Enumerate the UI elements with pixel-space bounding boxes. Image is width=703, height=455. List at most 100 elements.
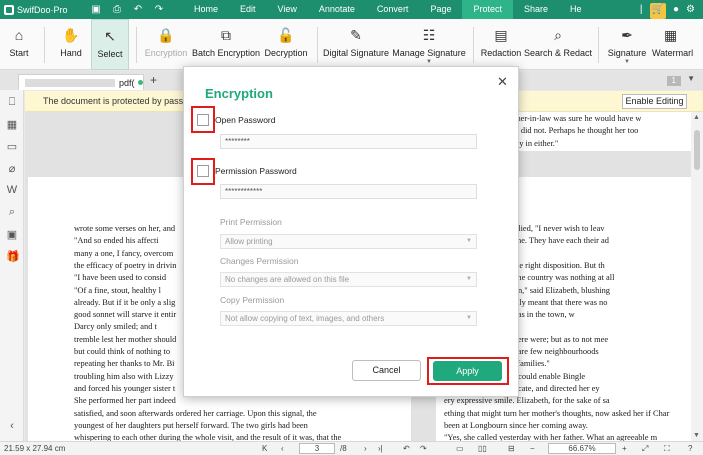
select-button[interactable]: ↖ Select — [91, 19, 129, 70]
single-page-icon[interactable]: ▭ — [456, 444, 464, 453]
print-permission-select[interactable]: Allow printing ▼ — [220, 234, 477, 249]
open-password-field[interactable]: ******** — [220, 134, 477, 149]
document-tab-label: pdf( — [119, 77, 135, 88]
open-password-checkbox[interactable] — [197, 114, 209, 126]
menu-convert[interactable]: Convert — [366, 0, 420, 19]
print-permission-label: Print Permission — [220, 217, 282, 227]
toolbar-divider — [473, 27, 474, 63]
permission-password-label: Permission Password — [215, 166, 297, 176]
batch-encryption-label: Batch Encryption — [191, 48, 261, 58]
chevron-down-icon[interactable]: ▼ — [426, 59, 432, 65]
new-tab-icon[interactable]: + — [150, 73, 157, 87]
collapse-left-icon[interactable]: ‹ — [6, 420, 18, 432]
manage-signature-icon: ☷ — [422, 27, 436, 43]
chevron-down-icon[interactable]: ▼ — [687, 74, 695, 83]
image-icon[interactable]: ▣ — [6, 228, 18, 241]
menu-view[interactable]: View — [267, 0, 308, 19]
bookmark-icon[interactable]: ⎕ — [6, 96, 18, 109]
current-page-input[interactable]: 3 — [299, 443, 335, 454]
settings-icon[interactable]: ⚙ — [686, 0, 695, 19]
menu-annotate[interactable]: Annotate — [308, 0, 366, 19]
two-page-icon[interactable]: ▯▯ — [478, 444, 487, 453]
text-line: already. But if it be only a slig — [74, 297, 176, 307]
watermark-label: Watermarl — [652, 48, 694, 58]
menu-home[interactable]: Home — [183, 0, 229, 19]
cart-icon[interactable]: 🛒 — [649, 3, 666, 19]
toolbar-divider — [136, 27, 137, 63]
menu-page[interactable]: Page — [419, 0, 462, 19]
left-sidebar: ⎕ ▦ ▭ ⌀ W ⌕ ▣ 🎁 ‹ — [0, 90, 24, 441]
thumbnails-icon[interactable]: ▦ — [6, 118, 18, 131]
rotate-left-icon[interactable]: ↶ — [403, 444, 410, 453]
close-icon[interactable]: ✕ — [497, 74, 508, 90]
vertical-scrollbar[interactable]: ▲ ▼ — [691, 112, 703, 441]
help-icon[interactable]: ? — [688, 444, 692, 453]
top-right-icons: | 🛒 ● ⚙ — [640, 0, 695, 19]
tab-count-badge: 1 — [666, 76, 681, 86]
scroll-up-icon[interactable]: ▲ — [693, 114, 700, 121]
hand-button[interactable]: ✋ Hand — [54, 19, 88, 70]
document-tab[interactable]: pdf( — [18, 74, 144, 90]
fullscreen-icon[interactable]: ⛶ — [664, 444, 670, 454]
encryption-button[interactable]: 🔒 Encryption — [144, 19, 188, 70]
scroll-down-icon[interactable]: ▼ — [693, 432, 700, 439]
fit-page-icon[interactable]: ⤢ — [642, 444, 648, 454]
copy-permission-select[interactable]: Not allow copying of text, images, and o… — [220, 311, 477, 326]
encryption-dialog: Encryption ✕ Open Password ******** Perm… — [183, 66, 519, 397]
search-icon[interactable]: ⌕ — [6, 206, 18, 219]
digital-signature-button[interactable]: ✎ Digital Signature — [323, 19, 389, 70]
top-separator: | — [639, 4, 643, 15]
gift-icon[interactable]: 🎁 — [6, 250, 20, 263]
word-icon[interactable]: W — [6, 184, 18, 196]
permission-password-field[interactable]: ************ — [220, 184, 477, 199]
manage-signature-button[interactable]: ☷ Manage Signature ▼ — [392, 19, 466, 70]
menu-protect[interactable]: Protect — [462, 0, 513, 19]
search-redact-button[interactable]: ⌕ Search & Redact — [524, 19, 592, 70]
enable-editing-button[interactable]: Enable Editing — [622, 94, 687, 109]
menu-share[interactable]: Share — [513, 0, 559, 19]
redo-icon[interactable]: ↷ — [153, 0, 165, 19]
account-icon[interactable]: ● — [673, 0, 679, 19]
scrollbar-thumb[interactable] — [694, 130, 700, 170]
text-line: good sonnet will starve it entir — [74, 310, 177, 320]
toolbar-divider — [44, 27, 45, 63]
zoom-level[interactable]: 66.67% — [548, 443, 616, 454]
toolbar-divider — [317, 27, 318, 63]
undo-icon[interactable]: ↶ — [132, 0, 144, 19]
first-page-icon[interactable]: K — [262, 444, 267, 453]
chevron-down-icon[interactable]: ▼ — [624, 59, 630, 65]
comment-icon[interactable]: ▭ — [6, 140, 18, 153]
watermark-button[interactable]: ▦ Watermarl — [652, 19, 703, 70]
start-button[interactable]: ⌂ Start — [4, 19, 34, 70]
zoom-out-icon[interactable]: − — [530, 444, 535, 453]
last-page-icon[interactable]: ›| — [378, 444, 383, 453]
previous-page-icon[interactable]: ‹ — [281, 444, 284, 453]
next-page-icon[interactable]: › — [364, 444, 367, 453]
zoom-in-icon[interactable]: + — [622, 444, 627, 453]
apply-button[interactable]: Apply — [433, 361, 502, 381]
print-icon[interactable]: ⎙ — [111, 0, 123, 19]
search-redact-icon: ⌕ — [554, 27, 562, 43]
signature-button[interactable]: ✒ Signature ▼ — [607, 19, 647, 70]
batch-encryption-button[interactable]: ⧉ Batch Encryption — [191, 19, 261, 70]
text-line: ething that might turn her mother's thou… — [444, 408, 670, 418]
fit-width-icon[interactable]: ⊟ — [508, 444, 515, 453]
decryption-button[interactable]: 🔓 Decryption — [263, 19, 309, 70]
start-icon: ⌂ — [14, 27, 24, 43]
text-line: tremble lest her mother should — [74, 334, 177, 344]
modified-indicator — [137, 80, 143, 85]
redaction-label: Redaction — [480, 48, 522, 58]
permission-password-checkbox[interactable] — [197, 165, 209, 177]
banner-message: The document is protected by passw — [43, 96, 190, 106]
menu-he[interactable]: He — [559, 0, 593, 19]
menu-edit[interactable]: Edit — [229, 0, 267, 19]
changes-permission-select[interactable]: No changes are allowed on this file ▼ — [220, 272, 477, 287]
menu-bar: SwifDoo·Pro ▣ ⎙ ↶ ↷ Home Edit View Annotate… — [0, 0, 703, 19]
pen-icon: ✒ — [621, 27, 633, 43]
redaction-button[interactable]: ▤ Redaction — [480, 19, 522, 70]
attachment-icon[interactable]: ⌀ — [6, 162, 18, 175]
rotate-right-icon[interactable]: ↷ — [420, 444, 427, 453]
cancel-button[interactable]: Cancel — [352, 360, 421, 381]
save-icon[interactable]: ▣ — [90, 0, 102, 19]
copy-permission-label: Copy Permission — [220, 295, 285, 305]
